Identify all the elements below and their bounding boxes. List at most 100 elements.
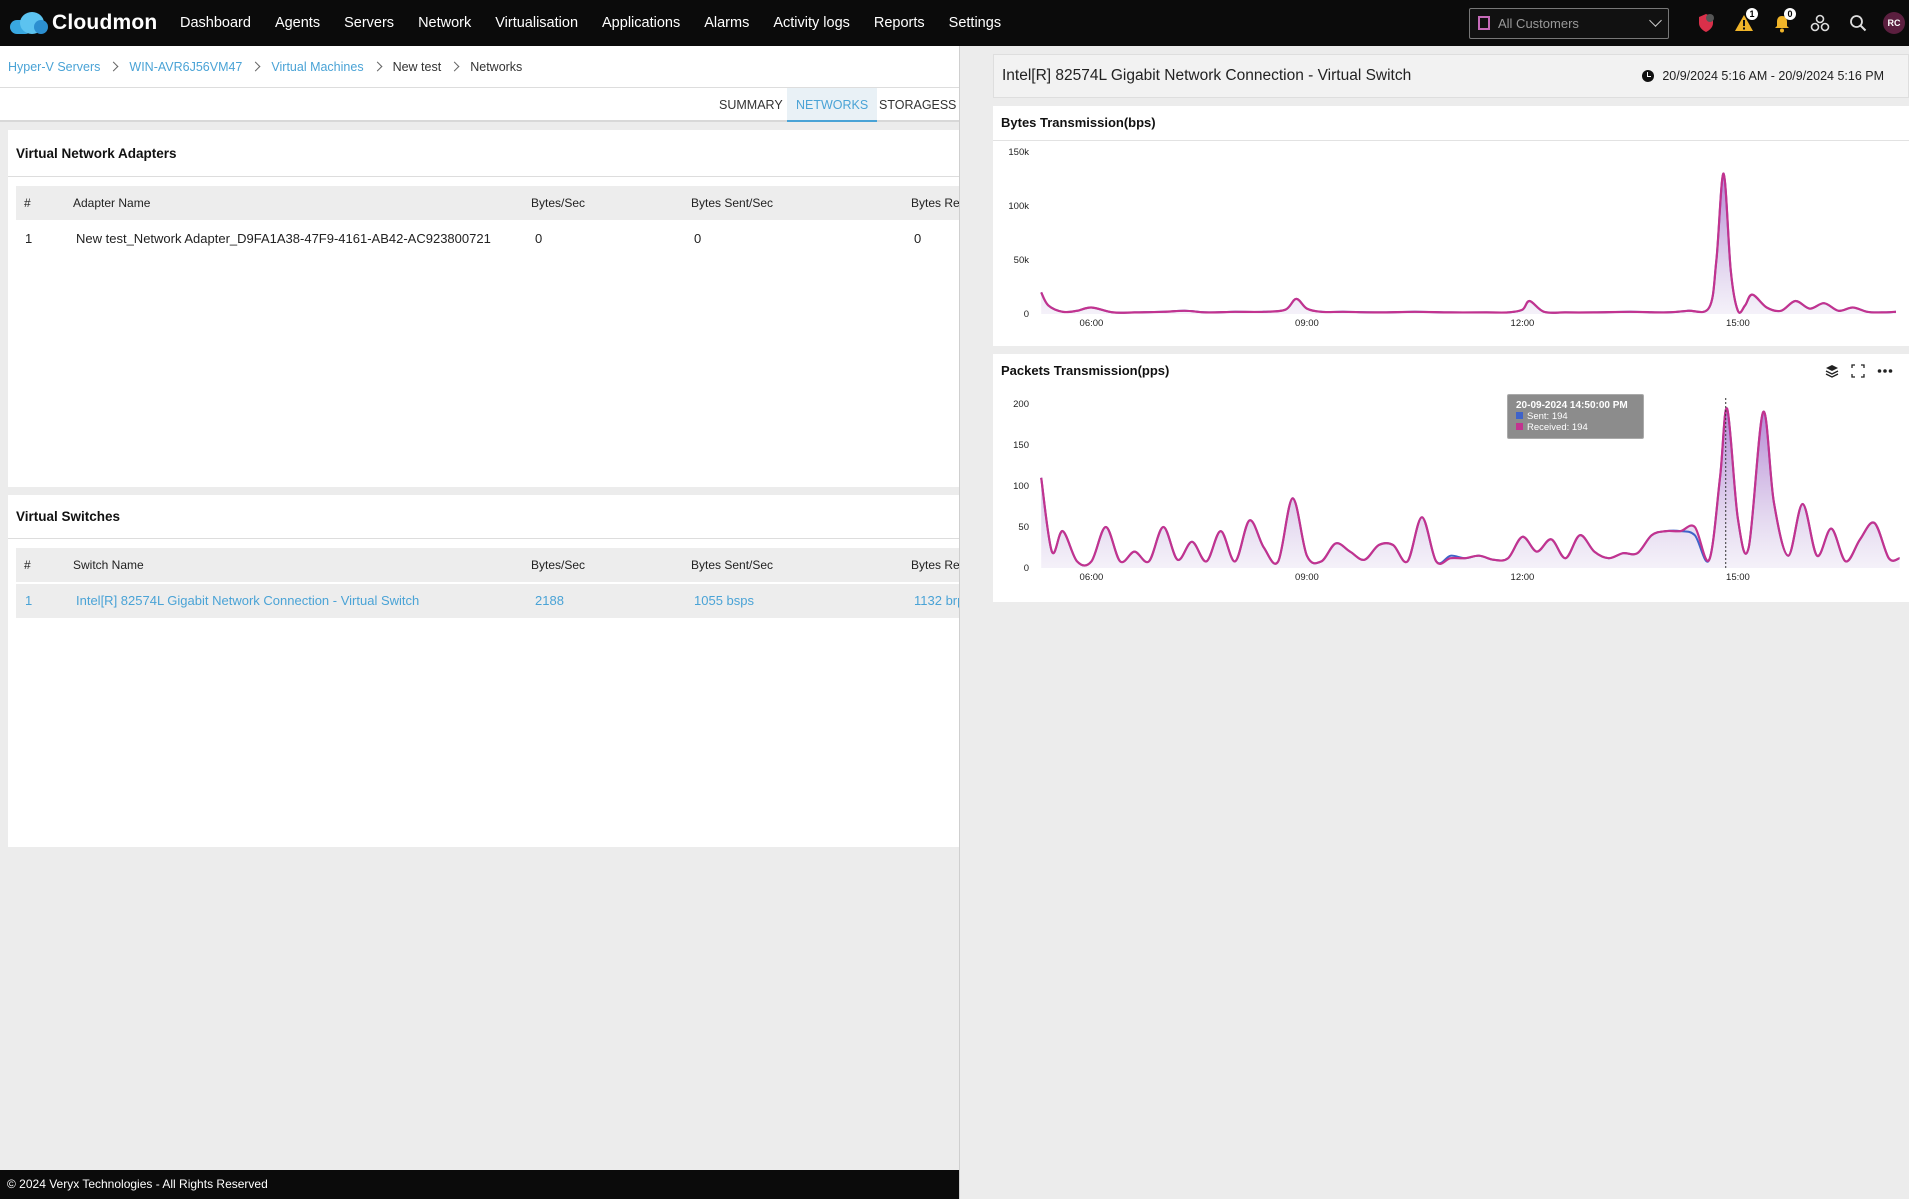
integrations-button[interactable] — [1801, 0, 1839, 46]
left-pane: Hyper-V Servers WIN-AVR6J56VM47 Virtual … — [0, 46, 960, 1170]
table-row[interactable]: 1 New test_Network Adapter_D9FA1A38-47F9… — [16, 222, 960, 256]
adapters-table-header: # Adapter Name Bytes/Sec Bytes Sent/Sec … — [16, 186, 960, 220]
y-tick-label: 50k — [1014, 255, 1030, 266]
row-bytes-sec: 2188 — [535, 593, 564, 608]
sent-swatch — [1516, 412, 1523, 419]
packets-chart-card: Packets Transmission(pps) 0 50 100 150 200 06… — [993, 354, 1909, 602]
network-nodes-icon — [1810, 14, 1830, 32]
main-nav: Dashboard Agents Servers Network Virtual… — [168, 0, 1013, 46]
y-tick-label: 150 — [1013, 440, 1029, 451]
layers-icon[interactable] — [1825, 364, 1839, 378]
pane-splitter[interactable] — [959, 46, 960, 1199]
col-bytes-sec[interactable]: Bytes/Sec — [531, 186, 585, 220]
divider — [8, 538, 960, 539]
top-right-tools: All Customers 1 0 RC — [1469, 0, 1909, 46]
shield-icon — [1699, 14, 1714, 32]
tab-more[interactable]: S — [944, 88, 960, 122]
row-bytes-received: 0 — [914, 231, 922, 246]
y-tick-label: 150k — [1008, 147, 1029, 158]
col-switch-name[interactable]: Switch Name — [73, 548, 144, 582]
warning-button[interactable]: 1 — [1725, 0, 1763, 46]
customer-select[interactable]: All Customers — [1469, 7, 1669, 39]
nav-activity-logs[interactable]: Activity logs — [761, 0, 862, 46]
switches-card: Virtual Switches # Switch Name Bytes/Sec… — [8, 495, 960, 847]
more-options-icon[interactable] — [1877, 364, 1893, 378]
app-logo[interactable]: Cloudmon — [8, 10, 158, 36]
nav-reports[interactable]: Reports — [862, 0, 937, 46]
fullscreen-icon[interactable] — [1851, 364, 1865, 378]
breadcrumb-current: Networks — [470, 59, 523, 74]
time-range[interactable]: 20/9/2024 5:16 AM - 20/9/2024 5:16 PM — [1642, 55, 1884, 97]
user-avatar[interactable]: RC — [1883, 12, 1905, 34]
series-line-sent — [1040, 172, 1897, 314]
y-tick-label: 200 — [1013, 399, 1029, 410]
col-index: # — [24, 196, 31, 210]
received-area — [1041, 173, 1896, 314]
packets-chart-title: Packets Transmission(pps) — [1001, 363, 1170, 378]
row-switch-name-link[interactable]: Intel[R] 82574L Gigabit Network Connecti… — [76, 584, 419, 618]
x-tick-label: 12:00 — [1511, 572, 1535, 583]
bytes-transmission-chart[interactable]: 0 50k 100k 150k 06:00 09:00 12:00 15:00 — [993, 140, 1909, 346]
received-swatch — [1516, 423, 1523, 430]
col-bytes-received[interactable]: Bytes Rece — [911, 548, 960, 582]
chevron-right-icon — [449, 61, 460, 72]
col-index: # — [24, 558, 31, 572]
breadcrumb-server[interactable]: WIN-AVR6J56VM47 — [129, 60, 242, 74]
row-index: 1 — [25, 231, 33, 246]
nav-applications[interactable]: Applications — [590, 0, 692, 46]
chevron-right-icon — [372, 61, 383, 72]
row-bytes-sent-sec: 0 — [694, 231, 702, 246]
time-range-text: 20/9/2024 5:16 AM - 20/9/2024 5:16 PM — [1662, 69, 1884, 83]
col-bytes-sent-sec[interactable]: Bytes Sent/Sec — [691, 548, 773, 582]
y-tick-label: 100 — [1013, 481, 1029, 492]
nav-network[interactable]: Network — [406, 0, 483, 46]
search-button[interactable] — [1839, 0, 1877, 46]
breadcrumb: Hyper-V Servers WIN-AVR6J56VM47 Virtual … — [0, 46, 960, 88]
col-bytes-sec[interactable]: Bytes/Sec — [531, 548, 585, 582]
tab-summary[interactable]: SUMMARY — [710, 88, 792, 122]
packets-transmission-chart[interactable]: 0 50 100 150 200 06:00 09:00 12:00 15:00 — [993, 388, 1909, 602]
nav-settings[interactable]: Settings — [937, 0, 1013, 46]
x-tick-label: 09:00 — [1295, 572, 1319, 583]
nav-dashboard[interactable]: Dashboard — [168, 0, 263, 46]
nav-servers[interactable]: Servers — [332, 0, 406, 46]
switches-table-header: # Switch Name Bytes/Sec Bytes Sent/Sec B… — [16, 548, 960, 582]
row-bytes-sec: 0 — [535, 231, 543, 246]
y-tick-label: 0 — [1024, 563, 1029, 574]
tab-networks[interactable]: NETWORKS — [787, 88, 878, 122]
chevron-right-icon — [250, 61, 261, 72]
adapters-card: Virtual Network Adapters # Adapter Name … — [8, 130, 960, 487]
switches-title: Virtual Switches — [16, 509, 121, 524]
top-navbar: Cloudmon Dashboard Agents Servers Networ… — [0, 0, 1909, 46]
col-bytes-received[interactable]: Bytes Rece — [911, 186, 960, 220]
table-row[interactable]: 1 Intel[R] 82574L Gigabit Network Connec… — [16, 584, 960, 618]
x-tick-label: 15:00 — [1726, 572, 1750, 583]
nav-virtualisation[interactable]: Virtualisation — [483, 0, 590, 46]
chevron-right-icon — [108, 61, 119, 72]
chevron-down-icon — [1649, 14, 1662, 27]
notifications-button[interactable]: 0 — [1763, 0, 1801, 46]
col-bytes-sent-sec[interactable]: Bytes Sent/Sec — [691, 186, 773, 220]
tooltip-sent: Sent: 194 — [1527, 411, 1568, 422]
x-tick-label: 06:00 — [1080, 572, 1104, 583]
tooltip-time: 20-09-2024 14:50:00 PM — [1516, 400, 1628, 411]
clock-icon — [1642, 70, 1655, 82]
tooltip-received: Received: 194 — [1527, 422, 1588, 433]
vm-tabs: SUMMARY NETWORKS STORAGES S — [0, 88, 960, 122]
shield-alert-button[interactable] — [1687, 0, 1725, 46]
row-index: 1 — [25, 593, 33, 608]
breadcrumb-hyperv-servers[interactable]: Hyper-V Servers — [8, 60, 100, 74]
row-bytes-received: 1132 brp — [914, 593, 960, 608]
building-icon — [1478, 16, 1490, 30]
cloud-logo-icon — [8, 10, 50, 36]
app-name: Cloudmon — [52, 11, 158, 34]
bytes-chart-card: Bytes Transmission(bps) 0 50k 100k 150k 06:0… — [993, 106, 1909, 346]
breadcrumb-vm: New test — [392, 59, 442, 74]
breadcrumb-virtual-machines[interactable]: Virtual Machines — [271, 60, 363, 74]
nav-alarms[interactable]: Alarms — [692, 0, 761, 46]
y-tick-label: 50 — [1018, 522, 1029, 533]
nav-agents[interactable]: Agents — [263, 0, 332, 46]
col-adapter-name[interactable]: Adapter Name — [73, 186, 150, 220]
warning-count-badge: 1 — [1746, 8, 1758, 20]
x-tick-label: 15:00 — [1726, 318, 1750, 329]
